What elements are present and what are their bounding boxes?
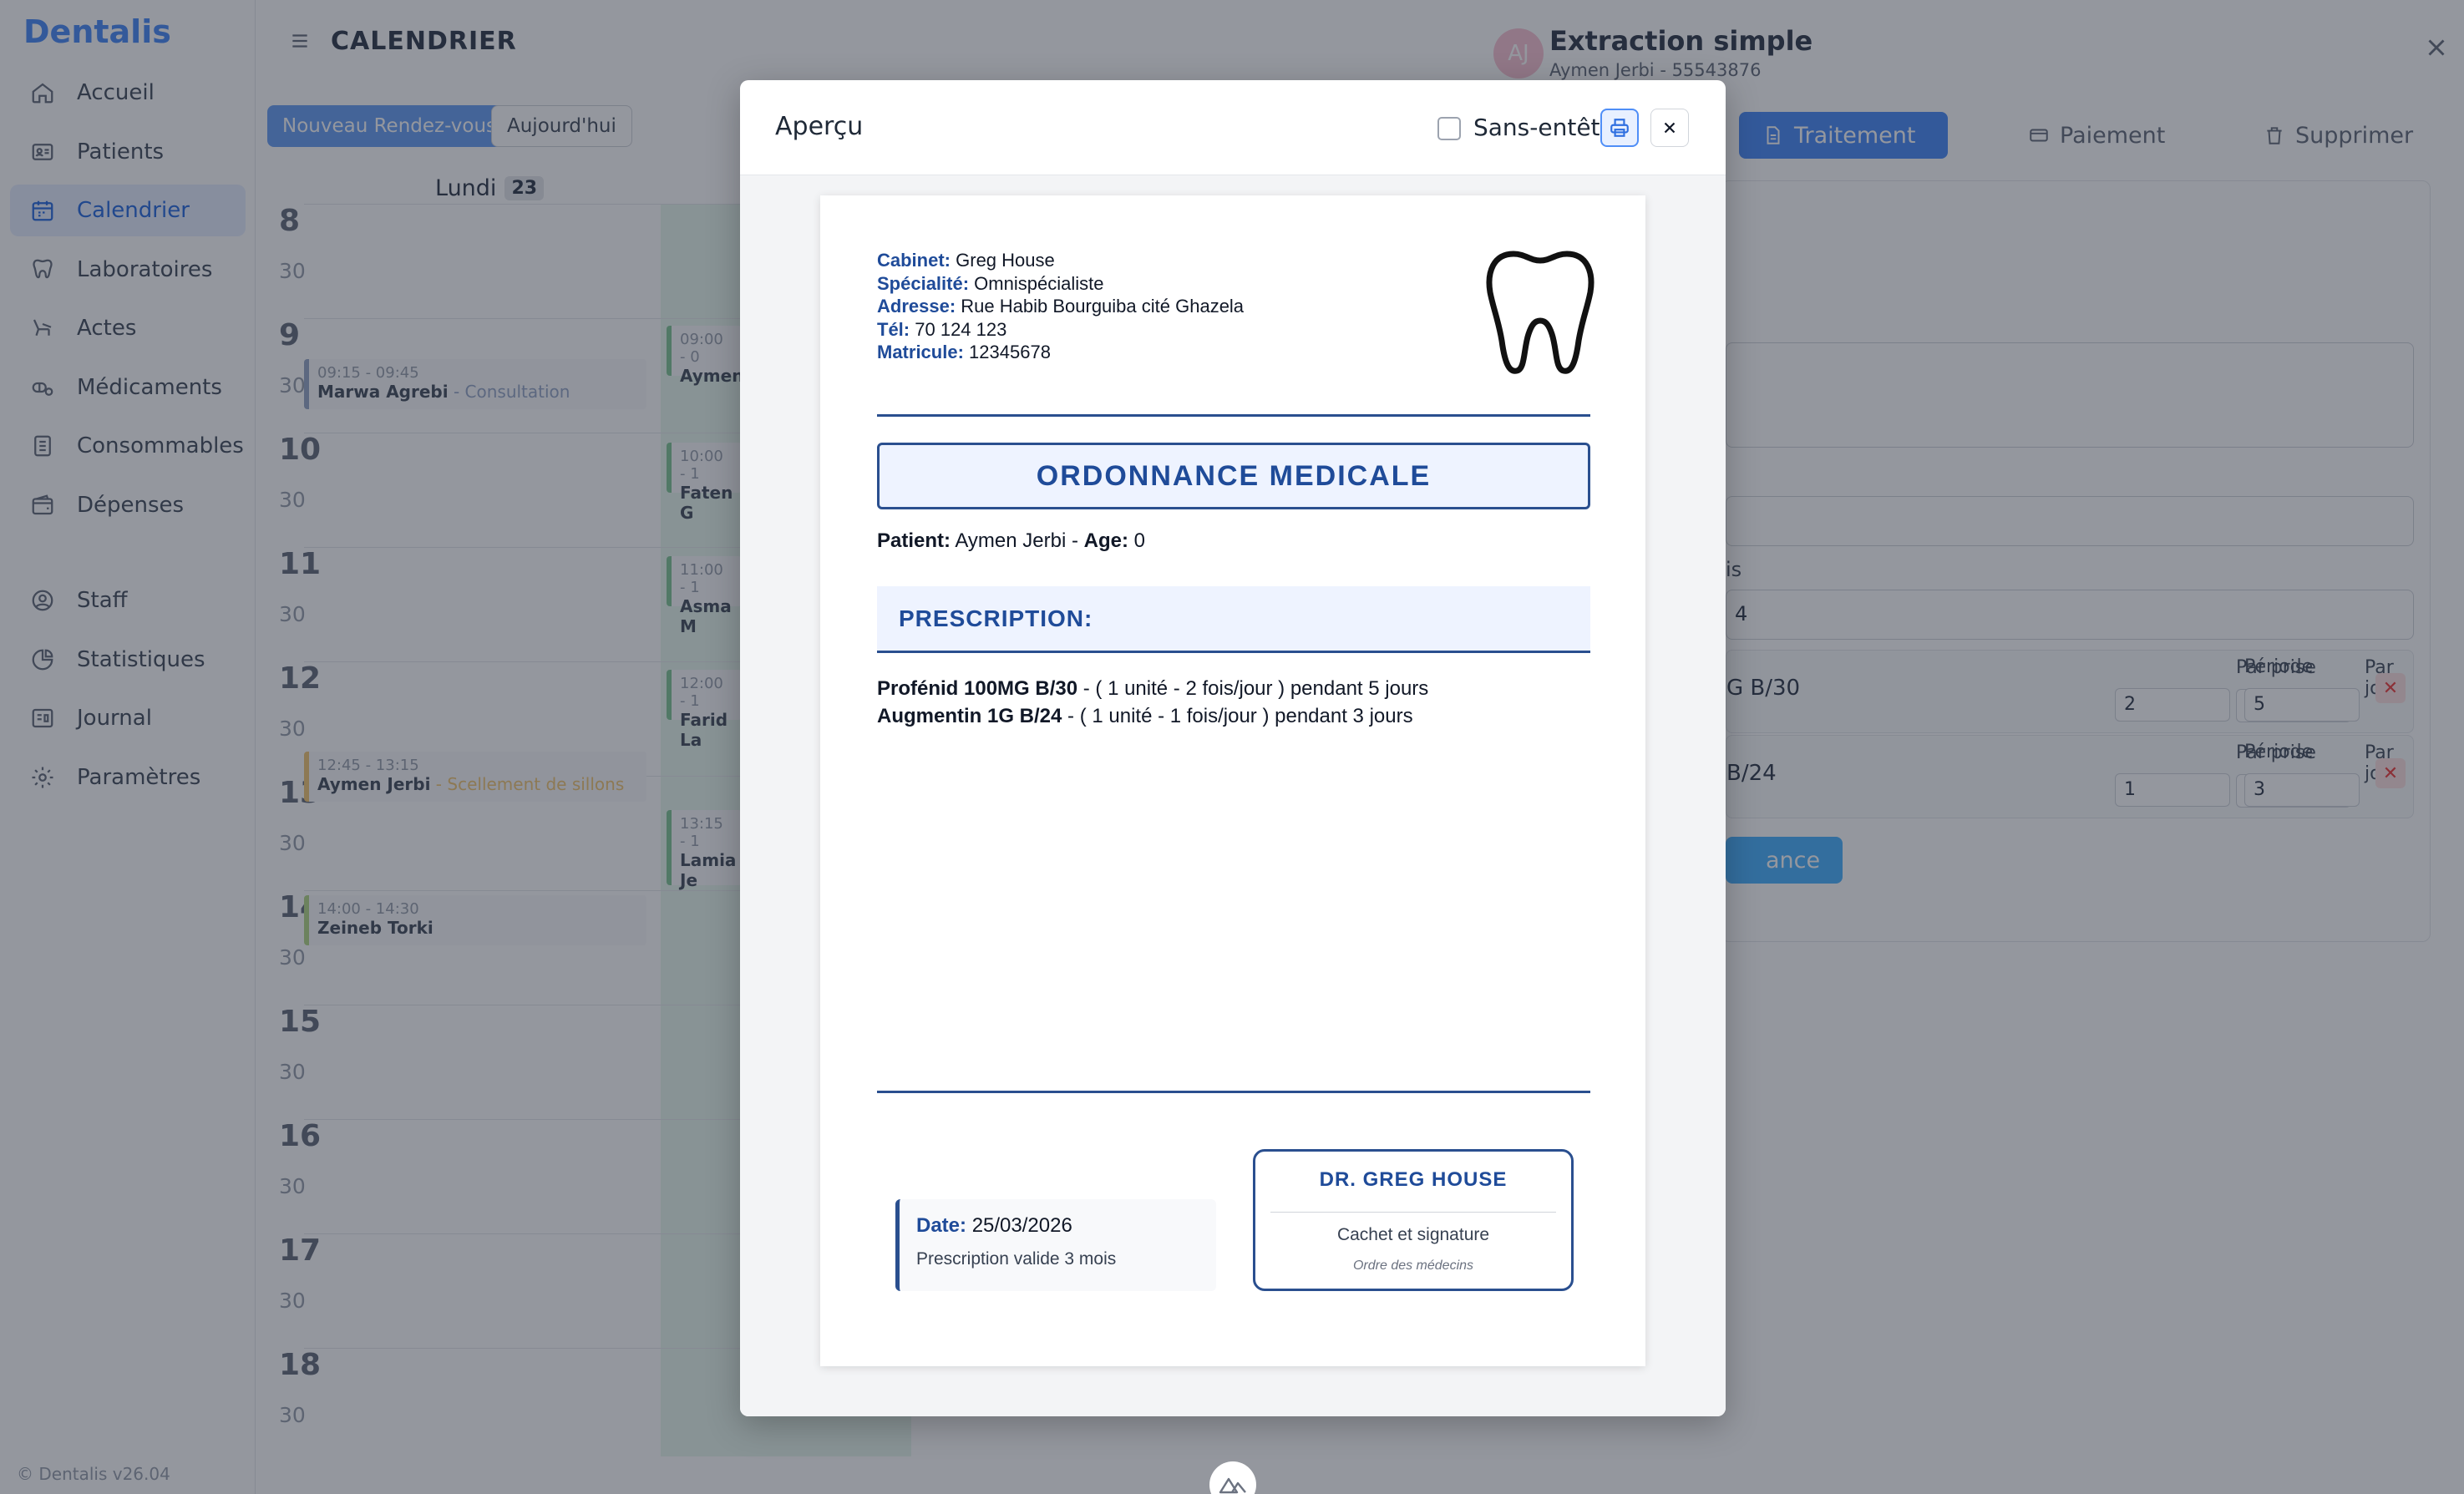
age-value: 0 <box>1133 529 1146 552</box>
doctor-name: DR. GREG HOUSE <box>1319 1168 1508 1191</box>
medication-name: Profénid 100MG B/30 <box>877 677 1078 700</box>
header-divider <box>877 414 1590 417</box>
modal-title: Aperçu <box>775 112 864 141</box>
cabinet-info: Cabinet: Greg House Spécialité: Omnispéc… <box>877 249 1244 364</box>
print-button[interactable] <box>1600 109 1639 147</box>
footer-divider <box>877 1091 1590 1093</box>
date-label: Date: <box>916 1214 967 1237</box>
tel-label: Tél: <box>877 318 910 340</box>
adresse-value: Rue Habib Bourguiba cité Ghazela <box>961 296 1245 317</box>
close-button[interactable] <box>1650 109 1689 147</box>
patient-label: Patient: <box>877 529 951 552</box>
sans-entete-label[interactable]: Sans-entête <box>1473 114 1615 141</box>
date-box: Date: 25/03/2026 Prescription valide 3 m… <box>895 1199 1216 1291</box>
document-title: ORDONNANCE MEDICALE <box>877 443 1590 509</box>
medication-name: Augmentin 1G B/24 <box>877 705 1062 727</box>
medication-list: Profénid 100MG B/30 - ( 1 unité - 2 fois… <box>877 675 1428 730</box>
tooth-logo-icon <box>1486 251 1595 374</box>
adresse-label: Adresse: <box>877 296 956 317</box>
cabinet-label: Cabinet: <box>877 250 951 271</box>
medication-line: Profénid 100MG B/30 - ( 1 unité - 2 fois… <box>877 675 1428 702</box>
matricule-value: 12345678 <box>969 342 1051 362</box>
specialite-label: Spécialité: <box>877 272 970 294</box>
matricule-label: Matricule: <box>877 342 964 362</box>
prescription-section-title: PRESCRIPTION: <box>877 586 1590 653</box>
date-line: Date: 25/03/2026 <box>916 1214 1199 1238</box>
prescription-document: Cabinet: Greg House Spécialité: Omnispéc… <box>820 195 1645 1366</box>
printer-icon <box>1610 119 1629 137</box>
patient-value: Aymen Jerbi - <box>955 529 1078 552</box>
cabinet-value: Greg House <box>956 250 1055 271</box>
medication-detail: - ( 1 unité - 2 fois/jour ) pendant 5 jo… <box>1077 677 1429 700</box>
signature-divider <box>1270 1212 1556 1213</box>
signature-box: DR. GREG HOUSE Cachet et signature Ordre… <box>1253 1149 1574 1291</box>
tel-value: 70 124 123 <box>915 318 1007 340</box>
ordre-text: Ordre des médecins <box>1352 1259 1474 1273</box>
cachet-text: Cachet et signature <box>1336 1225 1490 1244</box>
medication-line: Augmentin 1G B/24 - ( 1 unité - 1 fois/j… <box>877 702 1428 730</box>
preview-modal: Aperçu Sans-entête Cabinet: Greg House S… <box>740 80 1726 1416</box>
close-icon <box>1664 122 1676 134</box>
validity-text: Prescription valide 3 mois <box>916 1249 1117 1269</box>
modal-header: Aperçu Sans-entête <box>740 80 1726 175</box>
mountain-logo-icon <box>1219 1477 1246 1494</box>
date-value: 25/03/2026 <box>971 1214 1072 1237</box>
sans-entete-checkbox[interactable] <box>1437 117 1461 140</box>
patient-line: Patient: Aymen Jerbi - Age: 0 <box>877 529 1145 553</box>
medication-detail: - ( 1 unité - 1 fois/jour ) pendant 3 jo… <box>1062 705 1413 727</box>
specialite-value: Omnispécialiste <box>974 272 1104 294</box>
age-label: Age: <box>1083 529 1128 552</box>
